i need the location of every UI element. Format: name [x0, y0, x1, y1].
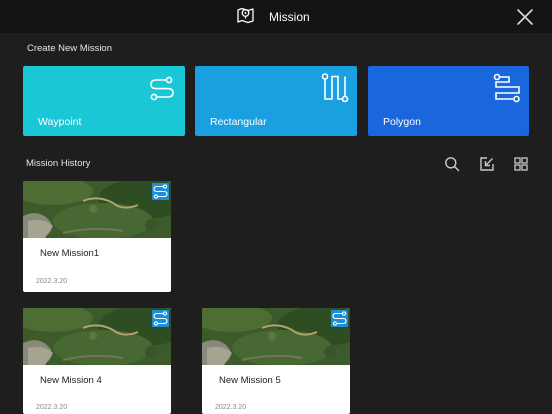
polygon-icon — [493, 73, 520, 103]
mission-date: 2022.3.20 — [36, 404, 68, 411]
page-title: Mission — [269, 10, 310, 24]
mission-name: New Mission 4 — [40, 375, 102, 386]
mission-card[interactable]: New Mission 5 2022.3.20 — [202, 308, 350, 414]
grid-view-icon[interactable] — [513, 156, 529, 172]
waypoint-badge-icon — [331, 310, 348, 327]
create-rectangular-button[interactable]: Rectangular — [195, 66, 357, 136]
create-section-label: Create New Mission — [27, 43, 112, 54]
top-bar: Mission — [0, 0, 552, 33]
waypoint-badge-icon — [152, 183, 169, 200]
create-polygon-label: Polygon — [383, 116, 421, 128]
import-icon[interactable] — [479, 156, 495, 172]
waypoint-badge-icon — [152, 310, 169, 327]
mission-thumbnail — [23, 308, 171, 365]
rectangular-icon — [321, 73, 349, 103]
mission-name: New Mission1 — [40, 248, 100, 259]
create-rectangular-label: Rectangular — [210, 116, 267, 128]
create-waypoint-button[interactable]: Waypoint — [23, 66, 185, 136]
header-title-group: Mission — [236, 7, 310, 27]
create-waypoint-label: Waypoint — [38, 116, 82, 128]
waypoint-icon — [150, 76, 174, 101]
history-section-label: Mission History — [26, 158, 91, 169]
mission-thumbnail — [23, 181, 171, 238]
mission-card[interactable]: New Mission 4 2022.3.20 — [23, 308, 171, 414]
map-pin-icon — [236, 6, 255, 29]
mission-date: 2022.3.20 — [215, 404, 247, 411]
mission-card[interactable]: New Mission1 2022.3.20 — [23, 181, 171, 292]
search-icon[interactable] — [444, 156, 460, 172]
mission-date: 2022.3.20 — [36, 278, 68, 285]
close-icon[interactable] — [516, 8, 534, 26]
create-polygon-button[interactable]: Polygon — [368, 66, 529, 136]
mission-name: New Mission 5 — [219, 375, 281, 386]
mission-thumbnail — [202, 308, 350, 365]
